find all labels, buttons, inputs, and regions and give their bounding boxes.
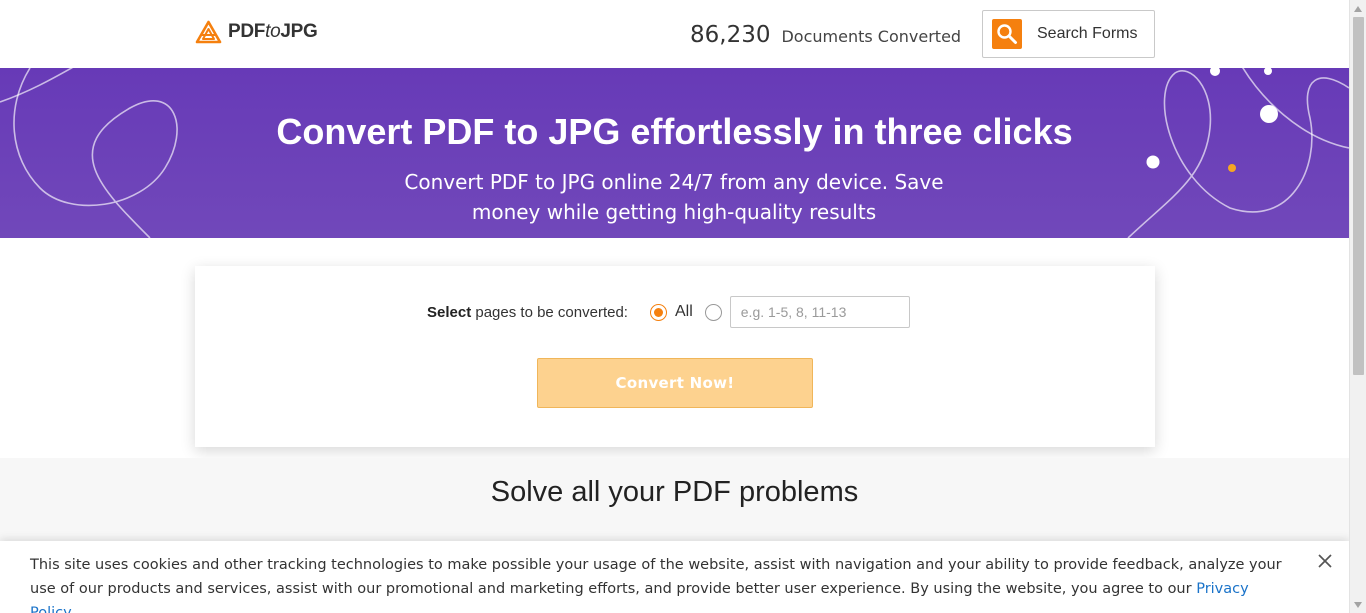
- scroll-down-arrow-icon[interactable]: [1350, 596, 1366, 613]
- solve-section-title: Solve all your PDF problems: [490, 476, 859, 508]
- search-icon: [992, 19, 1022, 49]
- cookie-notice-text: This site uses cookies and other trackin…: [30, 553, 1290, 613]
- logo-text: PDFtoJPG: [228, 21, 318, 42]
- converter-card: Select pages to be converted: All Conver…: [195, 266, 1155, 447]
- search-forms-button[interactable]: Search Forms: [982, 10, 1155, 58]
- page-select-label: Select pages to be converted:: [427, 303, 628, 321]
- hero-title: Convert PDF to JPG effortlessly in three…: [276, 111, 1073, 152]
- hero-subtitle: Convert PDF to JPG online 24/7 from any …: [404, 170, 944, 224]
- cookie-banner: This site uses cookies and other trackin…: [0, 541, 1349, 613]
- page-range-radio[interactable]: [704, 303, 722, 321]
- page-select-row: Select pages to be converted: All: [427, 296, 910, 328]
- all-pages-radio[interactable]: [649, 303, 667, 321]
- site-header: PDFtoJPG 86,230 Documents Converted Sear…: [0, 0, 1349, 68]
- scroll-up-arrow-icon[interactable]: [1350, 0, 1366, 17]
- documents-count-label: Documents Converted: [781, 27, 962, 46]
- scrollbar-thumb[interactable]: [1353, 17, 1364, 375]
- close-icon[interactable]: [1316, 552, 1334, 570]
- search-forms-label: Search Forms: [1037, 25, 1138, 42]
- site-logo[interactable]: PDFtoJPG: [195, 19, 318, 45]
- logo-icon: [195, 20, 222, 44]
- convert-now-button[interactable]: Convert Now!: [537, 358, 813, 408]
- page-scrollbar[interactable]: [1349, 0, 1366, 613]
- documents-count: 86,230: [690, 22, 771, 48]
- all-pages-label[interactable]: All: [675, 303, 693, 321]
- page-range-input[interactable]: [729, 296, 910, 328]
- hero-banner: Convert PDF to JPG effortlessly in three…: [0, 68, 1349, 238]
- documents-counter: 86,230 Documents Converted: [690, 22, 961, 48]
